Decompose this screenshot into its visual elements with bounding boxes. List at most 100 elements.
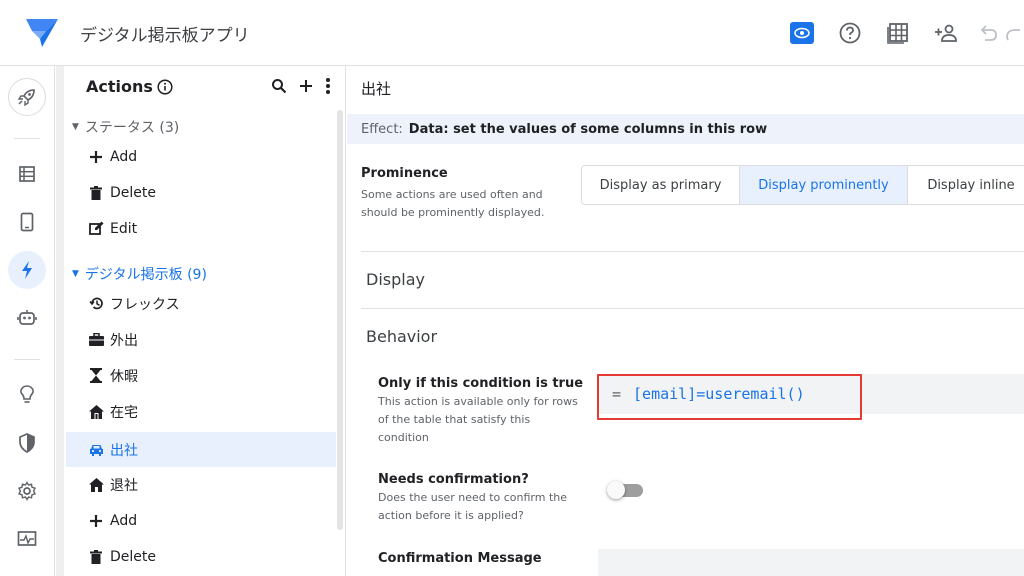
effect-value[interactable]: Data: set the values of some columns in … bbox=[409, 122, 767, 137]
action-item-label: Add bbox=[110, 512, 138, 529]
action-editor: 出社 Effect: Data: set the values of some … bbox=[347, 66, 1024, 576]
action-item-label: 退社 bbox=[110, 477, 138, 494]
confirmation-message-heading: Confirmation Message bbox=[378, 551, 542, 566]
undo-button[interactable] bbox=[970, 9, 1006, 57]
option-display-as-primary[interactable]: Display as primary bbox=[582, 166, 740, 204]
deploy-button[interactable] bbox=[8, 78, 46, 116]
option-display-prominently[interactable]: Display prominently bbox=[740, 166, 908, 204]
action-item-add-2[interactable]: Add bbox=[66, 503, 336, 538]
condition-heading: Only if this condition is true bbox=[378, 376, 584, 391]
rail-item-manage[interactable] bbox=[8, 520, 46, 558]
help-button[interactable] bbox=[826, 9, 874, 57]
redo-button[interactable] bbox=[1006, 9, 1024, 57]
add-person-icon bbox=[934, 23, 958, 43]
action-item-label: 休暇 bbox=[110, 368, 138, 385]
action-item-flex[interactable]: フレックス bbox=[66, 286, 336, 321]
info-icon[interactable] bbox=[157, 78, 173, 95]
plus-icon bbox=[88, 513, 104, 529]
group-label: デジタル掲示板 (9) bbox=[84, 267, 207, 283]
hourglass-icon bbox=[88, 368, 104, 384]
rail-item-app[interactable] bbox=[8, 203, 46, 241]
divider bbox=[361, 308, 1024, 309]
action-item-vacation[interactable]: 休暇 bbox=[66, 358, 336, 393]
action-item-delete-2[interactable]: Delete bbox=[66, 539, 336, 574]
ux-icon bbox=[20, 212, 34, 232]
briefcase-icon bbox=[88, 332, 104, 348]
trash-icon bbox=[88, 185, 104, 201]
appsheet-logo-icon[interactable] bbox=[24, 17, 60, 49]
caret-down-icon: ▼ bbox=[72, 122, 79, 132]
confirmation-message-input[interactable] bbox=[598, 549, 1024, 576]
monitor-icon bbox=[17, 530, 37, 548]
data-table-button[interactable] bbox=[874, 9, 922, 57]
rail-item-data[interactable] bbox=[8, 155, 46, 193]
preview-button[interactable] bbox=[778, 9, 826, 57]
add-icon[interactable] bbox=[299, 79, 313, 93]
action-item-label: Delete bbox=[110, 548, 156, 565]
condition-description: This action is available only for rows o… bbox=[378, 395, 578, 444]
rail-divider bbox=[14, 359, 40, 360]
prominence-selector: Display as primary Display prominently D… bbox=[581, 165, 1024, 205]
top-toolbar bbox=[778, 0, 1024, 66]
car-icon bbox=[88, 442, 104, 458]
search-icon[interactable] bbox=[271, 78, 287, 94]
rail-item-actions[interactable] bbox=[8, 251, 46, 289]
action-item-edit[interactable]: Edit bbox=[66, 211, 336, 246]
action-item-label: Add bbox=[110, 148, 138, 165]
panel-header: Actions bbox=[86, 77, 173, 96]
app-title: デジタル掲示板アプリ bbox=[80, 26, 250, 46]
action-item-office-selected[interactable]: 出社 bbox=[66, 432, 336, 467]
toggle-knob bbox=[607, 481, 625, 499]
action-item-out[interactable]: 外出 bbox=[66, 322, 336, 357]
house-icon bbox=[88, 404, 104, 420]
rail-item-settings[interactable] bbox=[8, 472, 46, 510]
plus-icon bbox=[88, 149, 104, 165]
trash-icon bbox=[88, 549, 104, 565]
share-button[interactable] bbox=[922, 9, 970, 57]
bot-icon bbox=[17, 308, 37, 328]
action-item-label: Edit bbox=[110, 220, 138, 237]
actions-panel: Actions ▼ ステータス (3) Add Delete Edit ▼ デジ… bbox=[56, 66, 346, 576]
confirmation-description: Does the user need to confirm the action… bbox=[378, 491, 568, 522]
panel-scrollbar[interactable] bbox=[337, 110, 343, 530]
rocket-icon bbox=[17, 87, 37, 107]
group-label: ステータス (3) bbox=[84, 120, 180, 136]
history-icon bbox=[88, 296, 104, 312]
action-item-label: Delete bbox=[110, 184, 156, 201]
edit-icon bbox=[88, 221, 104, 237]
action-item-delete[interactable]: Delete bbox=[66, 175, 336, 210]
action-item-label: 外出 bbox=[110, 332, 138, 349]
display-section-header[interactable]: Display bbox=[366, 270, 425, 289]
effect-label: Effect: bbox=[361, 121, 403, 137]
panel-left-gutter bbox=[56, 66, 64, 576]
panel-title: Actions bbox=[86, 77, 153, 96]
rail-item-automation[interactable] bbox=[8, 299, 46, 337]
prominence-description: Some actions are used often and should b… bbox=[361, 188, 545, 219]
top-bar: デジタル掲示板アプリ bbox=[0, 0, 1024, 66]
rail-item-security[interactable] bbox=[8, 424, 46, 462]
navigation-rail bbox=[0, 66, 55, 576]
preview-icon bbox=[790, 22, 814, 44]
action-item-label: フレックス bbox=[110, 296, 180, 313]
action-item-leave[interactable]: 退社 bbox=[66, 467, 336, 502]
action-item-remote[interactable]: 在宅 bbox=[66, 394, 336, 429]
rail-divider bbox=[14, 138, 40, 139]
confirmation-toggle[interactable] bbox=[607, 479, 645, 501]
caret-down-icon: ▼ bbox=[72, 269, 79, 279]
help-icon bbox=[839, 22, 861, 44]
more-vert-icon[interactable] bbox=[325, 77, 331, 95]
highlight-box bbox=[597, 374, 862, 420]
group-header-status[interactable]: ▼ ステータス (3) bbox=[72, 117, 179, 137]
action-item-label: 出社 bbox=[110, 442, 138, 459]
undo-icon bbox=[978, 24, 998, 42]
settings-icon bbox=[17, 481, 37, 501]
table-icon bbox=[887, 22, 909, 44]
action-item-add[interactable]: Add bbox=[66, 139, 336, 174]
option-display-inline[interactable]: Display inline bbox=[908, 166, 1024, 204]
behavior-section-header[interactable]: Behavior bbox=[366, 327, 437, 346]
prominence-heading: Prominence bbox=[361, 166, 448, 181]
group-header-digital-board[interactable]: ▼ デジタル掲示板 (9) bbox=[72, 264, 207, 284]
data-icon bbox=[18, 165, 36, 183]
rail-item-intelligence[interactable] bbox=[8, 376, 46, 414]
redo-icon bbox=[1006, 24, 1020, 42]
